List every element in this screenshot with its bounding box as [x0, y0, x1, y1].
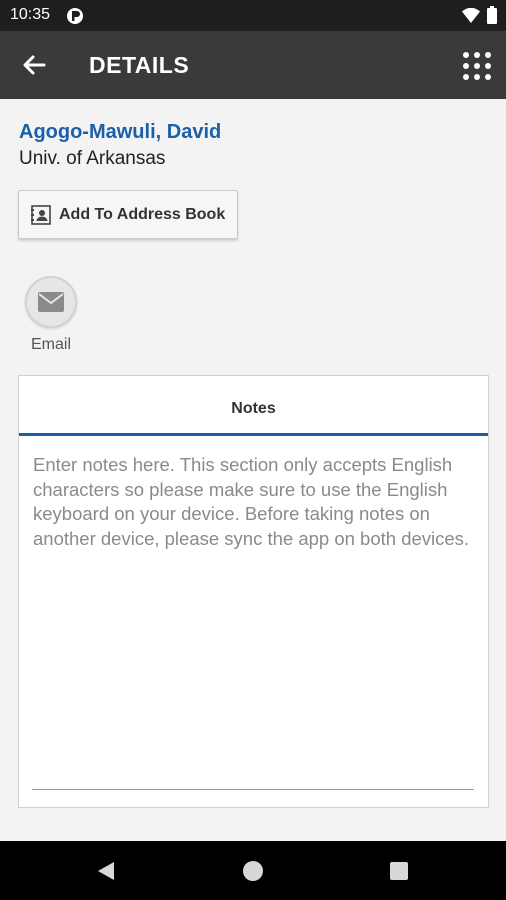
recents-square-icon[interactable] — [390, 862, 408, 885]
tab-notes[interactable]: Notes — [19, 376, 488, 436]
app-notification-icon — [66, 7, 84, 30]
page-title: DETAILS — [89, 52, 190, 78]
back-triangle-icon[interactable] — [97, 861, 115, 886]
envelope-icon — [38, 292, 64, 312]
contact-organization: Univ. of Arkansas — [19, 148, 166, 169]
email-button[interactable] — [25, 276, 77, 328]
address-book-icon — [31, 205, 51, 230]
contact-name: Agogo-Mawuli, David — [19, 121, 222, 143]
app-bar: DETAILS — [0, 31, 506, 99]
add-to-address-book-button[interactable]: Add To Address Book — [18, 190, 238, 239]
home-circle-icon[interactable] — [242, 860, 264, 887]
notes-panel: Notes Enter notes here. This section onl… — [18, 375, 489, 808]
email-label: Email — [31, 336, 72, 353]
email-action: Email — [22, 276, 84, 356]
tab-notes-label: Notes — [231, 400, 276, 417]
add-to-address-book-label: Add To Address Book — [59, 206, 226, 223]
system-navigation-bar — [0, 841, 506, 900]
notes-input-underline — [32, 789, 474, 790]
battery-icon — [487, 6, 497, 29]
back-arrow-icon[interactable] — [18, 51, 50, 79]
apps-grid-icon[interactable] — [462, 51, 492, 81]
wifi-icon — [462, 7, 480, 28]
status-bar: 10:35 — [0, 0, 506, 31]
status-time: 10:35 — [10, 6, 51, 23]
notes-input[interactable]: Enter notes here. This section only acce… — [33, 453, 473, 551]
details-content: Agogo-Mawuli, David Univ. of Arkansas Ad… — [0, 99, 506, 841]
